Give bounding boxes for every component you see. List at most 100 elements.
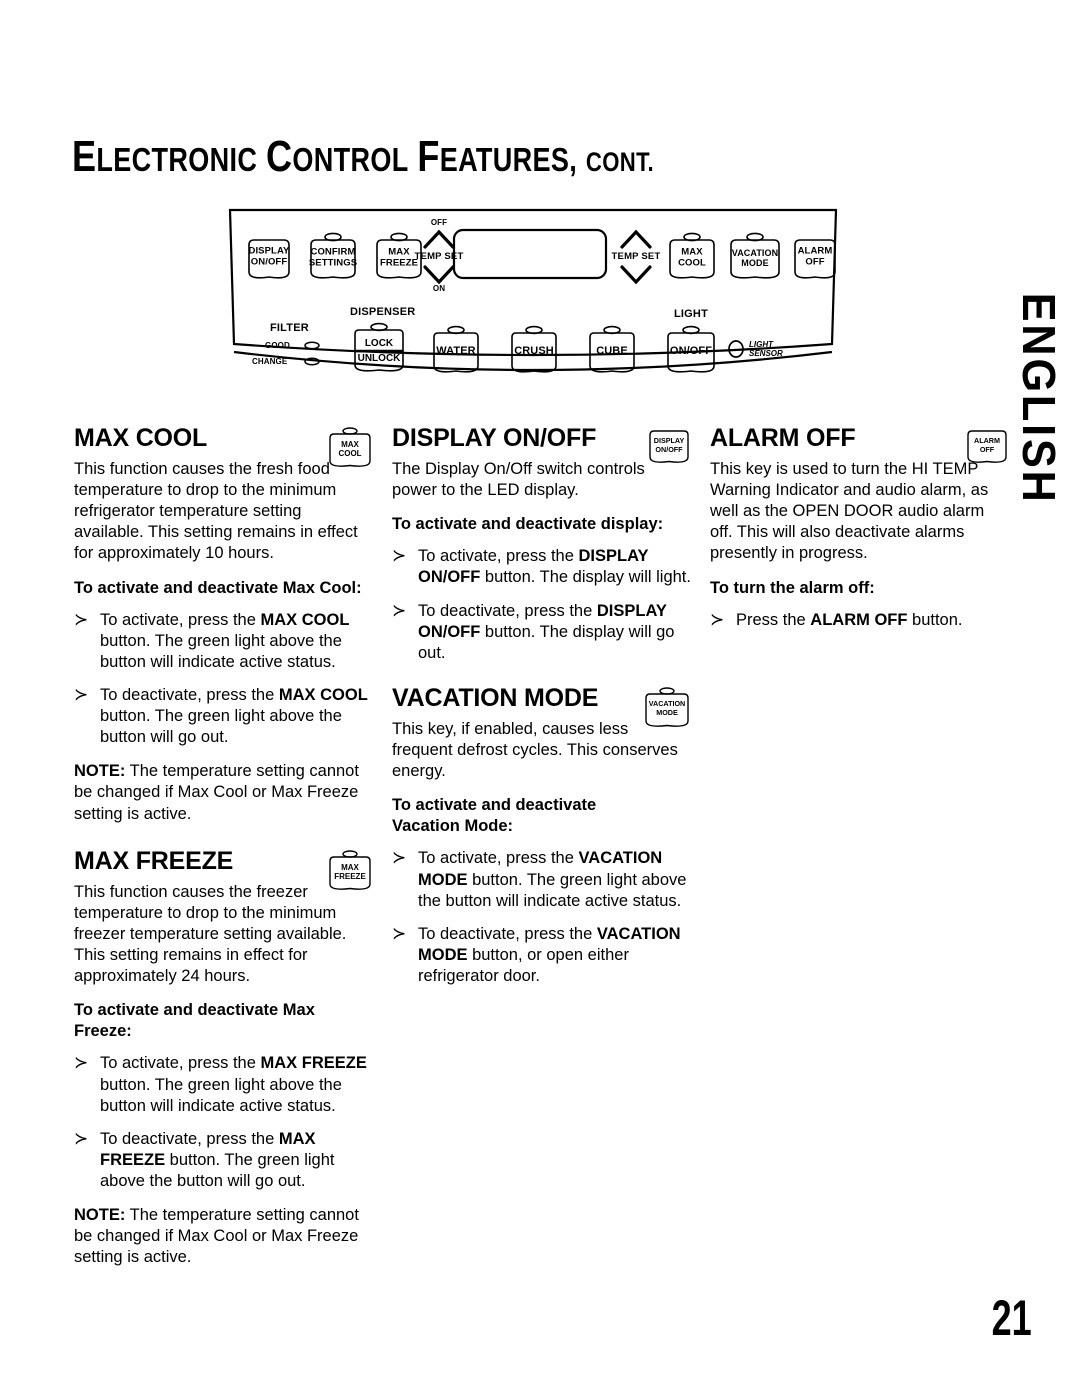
instruction-list: ≻ To activate, press the DISPLAY ON/OFF b… — [392, 546, 692, 664]
button-label-line1: CRUSH — [514, 344, 554, 357]
section-subheading: To activate and deactivate Max Cool: — [74, 578, 362, 597]
text-pre: To deactivate, press the — [100, 685, 279, 704]
temp-set-left-on-label: ON — [432, 284, 446, 293]
bullet-icon: ≻ — [74, 684, 89, 704]
list-item: ≻ To deactivate, press the VACATION MODE … — [392, 924, 692, 987]
section-body: This function causes the fresh food temp… — [74, 460, 358, 563]
section-max-freeze: MAX FREEZE MAX FREEZE This function caus… — [74, 847, 374, 1269]
section-display-on-off: DISPLAY ON/OFF DISPLAY ON/OFF The Displa… — [392, 424, 692, 664]
list-item: ≻ Press the ALARM OFF button. — [710, 610, 1010, 631]
button-label-line2: COOL — [678, 257, 706, 268]
page-number: 21 — [991, 1290, 1032, 1346]
text-bold: MAX COOL — [278, 685, 368, 704]
section-subheading: To activate and deactivate Vacation Mode… — [392, 796, 597, 836]
button-label-line1: MAX — [681, 246, 703, 258]
text-pre: To activate, press the — [100, 610, 261, 629]
content-column-2: DISPLAY ON/OFF DISPLAY ON/OFF The Displa… — [392, 424, 692, 1000]
text-bold: MAX COOL — [260, 610, 350, 629]
text-bold: ALARM OFF — [810, 610, 908, 629]
icon-label-line2: COOL — [338, 449, 362, 459]
text-post: button. The display will light. — [480, 568, 691, 587]
page-title: ELECTRONIC CONTROL FEATURES, CONT. — [72, 132, 654, 182]
icon-label-line1: ALARM — [974, 436, 1000, 445]
unlock-label: UNLOCK — [357, 353, 401, 364]
text-post: button. The green light above the button… — [100, 1075, 342, 1115]
temp-set-left-label: TEMP SET — [414, 251, 464, 262]
list-item: ≻ To deactivate, press the MAX COOL butto… — [74, 685, 374, 748]
section-body: This function causes the freezer tempera… — [74, 882, 347, 986]
panel-button-crush[interactable]: CRUSH — [507, 324, 561, 373]
page-title-part-7: CONT. — [585, 147, 654, 177]
icon-label-line1: MAX — [341, 440, 359, 449]
text-bold: MAX FREEZE — [260, 1054, 367, 1073]
filter-indicator-change-label: CHANGE — [252, 357, 288, 366]
panel-button-display-on-off[interactable]: DISPLAY ON/OFF — [244, 236, 294, 279]
bullet-icon: ≻ — [710, 609, 725, 629]
icon-label-line1: VACATION — [648, 698, 686, 708]
panel-button-water[interactable]: WATER — [429, 324, 483, 373]
button-label-line1: MAX — [388, 246, 410, 258]
list-item: ≻ To activate, press the DISPLAY ON/OFF b… — [392, 546, 692, 588]
lock-label: LOCK — [364, 338, 394, 349]
text-pre: To deactivate, press the — [418, 601, 597, 620]
text-pre: To deactivate, press the — [100, 1129, 279, 1148]
bullet-icon: ≻ — [392, 848, 407, 868]
text-post: button. The green light above the button… — [100, 707, 342, 747]
display-on-off-button-icon: DISPLAY ON/OFF — [646, 428, 692, 466]
button-shape-with-led — [354, 322, 404, 372]
text-pre: To activate, press the — [418, 547, 579, 566]
button-label-line2: OFF — [805, 256, 825, 267]
icon-label-line2: ON/OFF — [655, 444, 683, 454]
section-alarm-off: ALARM OFF ALARM OFF This key is used to … — [710, 424, 1010, 631]
note-label: NOTE: — [74, 762, 126, 781]
text-pre: To activate, press the — [100, 1054, 261, 1073]
language-tab-english: ENGLISH — [1013, 292, 1065, 505]
bullet-icon: ≻ — [74, 609, 89, 629]
section-note: NOTE: The temperature setting cannot be … — [74, 1205, 374, 1268]
list-item: ≻ To activate, press the VACATION MODE bu… — [392, 848, 692, 911]
filter-group-label: FILTER — [270, 322, 309, 334]
instruction-list: ≻ To activate, press the VACATION MODE bu… — [392, 848, 692, 987]
page-title-part-1: E — [72, 132, 97, 181]
panel-button-light-on-off[interactable]: ON/OFF — [663, 324, 719, 373]
bullet-icon: ≻ — [74, 1128, 89, 1148]
section-note: NOTE: The temperature setting cannot be … — [74, 761, 374, 824]
button-label-line2: MODE — [741, 258, 769, 268]
panel-button-cube[interactable]: CUBE — [585, 324, 639, 373]
page-title-part-3: C — [265, 132, 293, 181]
text-pre: To activate, press the — [418, 849, 579, 868]
panel-button-alarm-off[interactable]: ALARM OFF — [790, 236, 840, 279]
section-subheading: To activate and deactivate Max Freeze: — [74, 1001, 315, 1041]
content-column-1: MAX COOL MAX COOL This function causes t… — [74, 424, 374, 1281]
button-label-line2: SETTINGS — [308, 257, 358, 268]
button-label-line1: DISPLAY — [248, 245, 290, 257]
bullet-icon: ≻ — [392, 923, 407, 943]
content-column-3: ALARM OFF ALARM OFF This key is used to … — [710, 424, 1010, 644]
light-sensor-label-line2: SENSOR — [749, 349, 783, 359]
panel-button-dispenser-lock-unlock[interactable]: LOCK UNLOCK — [350, 321, 408, 373]
light-sensor-label: LIGHT SENSOR — [749, 340, 783, 358]
section-subheading: To activate and deactivate display: — [392, 515, 664, 534]
icon-label-line1: DISPLAY — [653, 436, 685, 445]
icon-label-line1: MAX — [341, 862, 359, 872]
panel-button-confirm-settings[interactable]: CONFIRM SETTINGS — [306, 230, 360, 279]
page-title-part-6: EATURES, — [439, 141, 578, 178]
page-title-part-5: F — [417, 132, 440, 181]
button-label-line2: ON/OFF — [250, 256, 288, 267]
page-title-part-4: ONTROL — [292, 141, 409, 178]
control-panel-diagram: DISPLAY ON/OFF CONFIRM SETTINGS MAX FREE… — [222, 196, 844, 396]
bullet-icon: ≻ — [392, 600, 407, 620]
vacation-mode-button-icon: VACATION MODE — [642, 686, 692, 728]
max-cool-button-icon: MAX COOL — [326, 426, 374, 468]
panel-button-vacation-mode[interactable]: VACATION MODE — [726, 230, 784, 279]
panel-button-max-cool[interactable]: MAX COOL — [665, 230, 719, 279]
text-pre: Press the — [736, 610, 811, 629]
button-label-line1: CUBE — [596, 344, 628, 357]
bullet-icon: ≻ — [74, 1053, 89, 1073]
filter-indicator-good-label: GOOD — [265, 341, 290, 350]
list-item: ≻ To activate, press the MAX FREEZE butto… — [74, 1053, 374, 1116]
dispenser-group-label: DISPENSER — [350, 306, 416, 318]
section-body: This key is used to turn the HI TEMP War… — [710, 460, 989, 563]
text-post: button. The green light above the button… — [100, 631, 342, 671]
list-item: ≻ To deactivate, press the DISPLAY ON/OFF… — [392, 601, 692, 664]
